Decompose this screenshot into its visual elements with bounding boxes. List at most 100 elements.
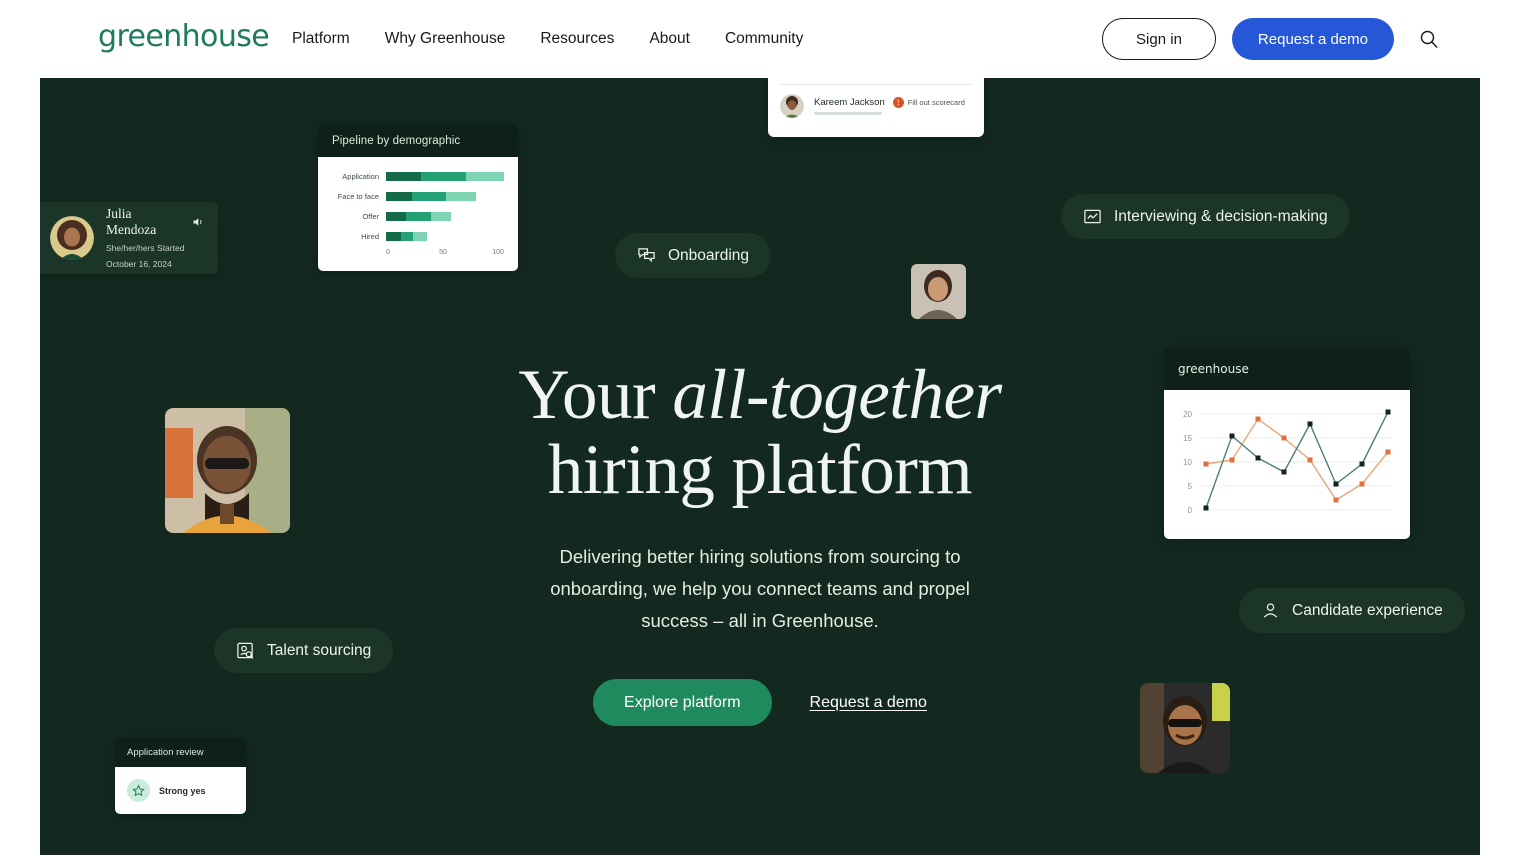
- stacked-bar: [386, 232, 504, 241]
- pipeline-card-title: Pipeline by demographic: [318, 125, 518, 157]
- bar-segment-3: [466, 172, 504, 181]
- person-icon: [1263, 603, 1278, 618]
- candidates-card[interactable]: Robert Long Private: [768, 78, 984, 137]
- bar-label: Application: [342, 172, 379, 181]
- stacked-bar: [386, 172, 504, 181]
- headline-emphasis: all-together: [672, 356, 1002, 434]
- photo-portrait-left: [165, 408, 290, 533]
- pill-talent-sourcing[interactable]: Talent sourcing: [214, 628, 394, 673]
- nav-item-community[interactable]: Community: [725, 28, 803, 50]
- sound-pronunciation-icon[interactable]: [192, 216, 204, 228]
- x-tick: 100: [492, 249, 504, 256]
- bar-segment-1: [386, 172, 422, 181]
- pill-interviewing-decision-making[interactable]: Interviewing & decision-making: [1061, 194, 1350, 239]
- x-axis: 0 50 100: [386, 249, 504, 261]
- person-chip-julia-mendoza[interactable]: Julia Mendoza She/her/hers Started Octob…: [40, 202, 218, 274]
- bar-segment-2: [411, 192, 447, 201]
- list-item[interactable]: Kareem Jackson ! Fill out scorecard: [768, 85, 984, 127]
- bar-segment-1: [386, 232, 402, 241]
- page-title: Your all-together hiring platform: [518, 356, 1002, 509]
- application-review-body: Strong yes: [115, 767, 246, 814]
- bar-label: Face to face: [337, 192, 379, 201]
- request-demo-link[interactable]: Request a demo: [810, 694, 927, 712]
- person-search-icon: [237, 642, 254, 659]
- hero-cta-row: Explore platform Request a demo: [593, 679, 927, 726]
- pill-label: Talent sourcing: [267, 641, 372, 659]
- bar-segment-3: [430, 212, 451, 221]
- bar-label: Offer: [362, 212, 379, 221]
- chart-row: Offer: [328, 209, 504, 224]
- candidate-name: Kareem Jackson: [814, 97, 885, 108]
- pill-label: Onboarding: [668, 246, 750, 264]
- pipeline-by-demographic-card[interactable]: Pipeline by demographic Application Face…: [318, 125, 518, 271]
- search-icon[interactable]: [1416, 26, 1442, 52]
- sign-in-button[interactable]: Sign in: [1102, 18, 1216, 60]
- hero-subcopy: Delivering better hiring solutions from …: [550, 546, 970, 631]
- person-chip-info: Julia Mendoza She/her/hers Started Octob…: [106, 206, 204, 270]
- chat-bubbles-icon: [638, 248, 655, 263]
- greenhouse-logo[interactable]: greenhouse: [98, 19, 270, 54]
- bar-segment-2: [401, 232, 414, 241]
- application-review-title: Application review: [115, 738, 246, 767]
- photo-portrait-small: [911, 264, 966, 319]
- stacked-bar: [386, 192, 504, 201]
- pill-label: Candidate experience: [1292, 601, 1443, 619]
- nav-item-why-greenhouse[interactable]: Why Greenhouse: [385, 28, 506, 50]
- headline-part-2: hiring platform: [547, 431, 973, 509]
- hero-panel: Your all-together hiring platform Delive…: [40, 78, 1480, 855]
- pipeline-chart: Application Face to face Offer Hired 0 5…: [318, 157, 518, 271]
- scorecard-status[interactable]: ! Fill out scorecard: [892, 97, 965, 108]
- candidates-list: Robert Long Private: [768, 78, 984, 137]
- stacked-bar: [386, 212, 504, 221]
- bar-segment-1: [386, 192, 412, 201]
- nav-item-platform[interactable]: Platform: [292, 28, 350, 50]
- site-header: greenhouse Platform Why Greenhouse Resou…: [0, 0, 1520, 78]
- bar-segment-1: [386, 212, 407, 221]
- photo-portrait-right: [1140, 683, 1230, 773]
- svg-text:10: 10: [1183, 458, 1192, 467]
- chart-row: Face to face: [328, 189, 504, 204]
- svg-text:20: 20: [1183, 410, 1192, 419]
- explore-platform-button[interactable]: Explore platform: [593, 679, 772, 726]
- nav-item-resources[interactable]: Resources: [540, 28, 614, 50]
- svg-text:0: 0: [1188, 506, 1193, 515]
- bar-segment-3: [413, 232, 428, 241]
- request-demo-button[interactable]: Request a demo: [1231, 18, 1394, 60]
- bar-segment-2: [421, 172, 467, 181]
- candidate-info: Kareem Jackson ! Fill out scorecard: [814, 97, 972, 115]
- points-series-b: [1203, 416, 1391, 503]
- headline-part-1: Your: [518, 356, 673, 434]
- pill-candidate-experience[interactable]: Candidate experience: [1239, 588, 1465, 633]
- x-tick: 50: [439, 249, 447, 256]
- page-root: greenhouse Platform Why Greenhouse Resou…: [0, 0, 1520, 855]
- avatar: [780, 94, 804, 118]
- line-card-header: greenhouse: [1164, 348, 1410, 390]
- nav-item-about[interactable]: About: [649, 28, 690, 50]
- person-name-row: Julia Mendoza: [106, 206, 204, 238]
- header-actions: Sign in Request a demo: [1102, 18, 1442, 60]
- logo-text: greenhouse: [1178, 362, 1249, 376]
- line-chart-svg: 20 15 10 5 0: [1183, 409, 1392, 515]
- application-review-card[interactable]: Application review Strong yes: [115, 738, 246, 814]
- logo-text: greenhouse: [98, 19, 270, 54]
- avatar: [50, 216, 94, 260]
- analytics-line-chart-card[interactable]: greenhouse 20 15 10 5 0: [1164, 348, 1410, 539]
- pill-onboarding[interactable]: Onboarding: [615, 233, 772, 278]
- scorecard-label: Fill out scorecard: [907, 98, 965, 107]
- person-pronouns: She/her/hers Started: [106, 243, 185, 253]
- alert-icon: !: [892, 97, 904, 108]
- application-review-verdict: Strong yes: [159, 785, 206, 796]
- placeholder-line: [814, 112, 882, 115]
- person-start-date: October 16, 2024: [106, 259, 172, 269]
- line-chart: 20 15 10 5 0: [1164, 390, 1410, 539]
- analytics-chart-icon: [1084, 209, 1101, 224]
- y-axis: 20 15 10 5 0: [1183, 410, 1192, 515]
- chart-row: Hired: [328, 229, 504, 244]
- svg-text:15: 15: [1183, 434, 1192, 443]
- svg-text:5: 5: [1188, 482, 1193, 491]
- pill-label: Interviewing & decision-making: [1114, 207, 1328, 225]
- main-navigation: Platform Why Greenhouse Resources About …: [292, 28, 803, 50]
- person-name: Julia Mendoza: [106, 206, 157, 237]
- star-circle-icon: [127, 779, 150, 802]
- bar-segment-2: [406, 212, 431, 221]
